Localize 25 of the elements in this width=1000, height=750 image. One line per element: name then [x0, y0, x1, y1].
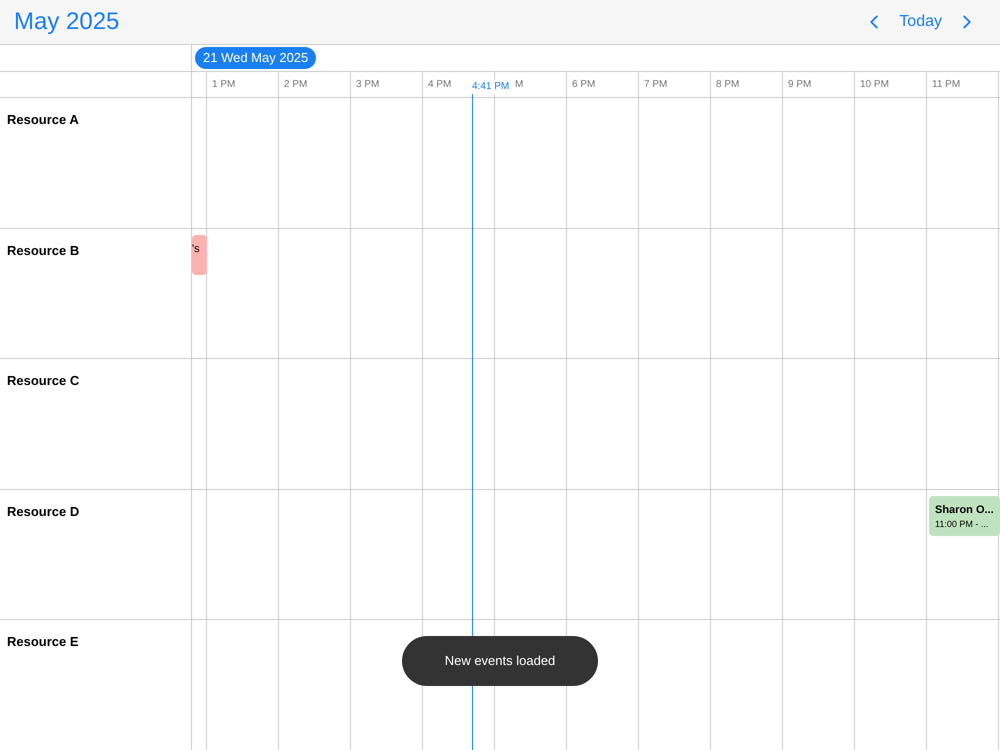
event-title: 's [192, 242, 201, 256]
today-button[interactable]: Today [899, 10, 942, 34]
resource-name: Resource E [7, 634, 79, 649]
hour-label: 4 PM [428, 78, 452, 92]
resource-name: Resource D [7, 504, 80, 518]
resource-name: Resource B [7, 242, 80, 258]
hour-label: 9 PM [788, 78, 812, 92]
event-title: Sharon O... [935, 502, 995, 518]
hour-label: 2 PM [284, 78, 308, 92]
hour-label: 8 PM [716, 78, 740, 92]
month-title: May 2025 [14, 7, 120, 37]
hour-label: 10 PM [860, 78, 889, 92]
hour-label: 11 PM [932, 78, 960, 92]
hour-label: 3 PM [356, 78, 380, 92]
event-time: 11:00 PM - ... [935, 518, 990, 531]
hour-label: 1 PM [212, 78, 236, 92]
date-pill: 21 Wed May 2025 [195, 47, 316, 69]
resource-name: Resource A [7, 112, 79, 127]
hour-label: 6 PM [572, 78, 596, 92]
hour-label: M [515, 78, 524, 92]
hour-label: 7 PM [644, 78, 668, 92]
event-block[interactable]: 's [192, 234, 207, 274]
toast-message: New events loaded [444, 652, 556, 670]
resource-name: Resource C [7, 373, 80, 388]
event-block[interactable]: Sharon O... 11:00 PM - ... [929, 496, 1000, 536]
